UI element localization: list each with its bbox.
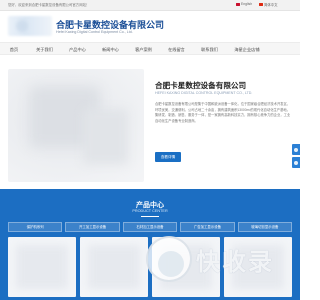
- lang-chinese-link[interactable]: 简体中文: [259, 2, 278, 7]
- category-tab[interactable]: 石材加工显示设备: [122, 222, 178, 232]
- watermark-logo-inner: [158, 251, 184, 277]
- site-header: 合肥卡星数控设备有限公司 Hefei Kaxing Digital Contro…: [0, 11, 300, 41]
- about-paragraph: 合肥卡星数控设备有限公司是集于中国和欧洲设备一体化，位于国家级合肥经济技术开发区…: [155, 102, 291, 123]
- product-card[interactable]: [80, 237, 148, 297]
- nav-contact[interactable]: 联系我们: [193, 43, 226, 56]
- product-card[interactable]: [8, 237, 76, 297]
- nav-about[interactable]: 关于我们: [28, 43, 61, 56]
- watermark: 快收录: [146, 233, 296, 289]
- company-logo[interactable]: [8, 16, 52, 36]
- nav-news[interactable]: 新闻中心: [94, 43, 127, 56]
- main-nav: 首页 关于我们 产品中心 新闻中心 客户案例 在线留言 联系我们 海星企业店铺: [0, 42, 300, 55]
- float-service-button[interactable]: [292, 144, 300, 155]
- lang-english-link[interactable]: English: [236, 2, 252, 6]
- nav-cases[interactable]: 客户案例: [127, 43, 160, 56]
- watermark-text: 快收录: [196, 249, 274, 276]
- company-photo: [8, 69, 144, 182]
- product-center-subtitle: PRODUCT CENTER: [132, 209, 168, 213]
- china-flag-icon: [259, 3, 263, 6]
- category-tab[interactable]: 玻璃切割显示设备: [237, 222, 293, 232]
- about-title: 合肥卡星数控设备有限公司: [155, 81, 247, 90]
- view-details-button[interactable]: 查看详情: [155, 152, 181, 162]
- nav-message[interactable]: 在线留言: [160, 43, 193, 56]
- product-image: [16, 245, 68, 289]
- category-tab[interactable]: 广告加工显示设备: [180, 222, 235, 232]
- company-name-en: Hefei Kaxing Digital Control Equipment C…: [56, 30, 133, 34]
- title-underline: [141, 216, 159, 217]
- float-phone-button[interactable]: [292, 157, 300, 168]
- lang-english-label: English: [241, 2, 253, 6]
- product-image: [88, 245, 140, 289]
- logo-mark-icon: [16, 20, 28, 32]
- nav-products[interactable]: 产品中心: [61, 43, 94, 56]
- about-section: 合肥卡星数控设备有限公司 HEFEI KAXING DIGITAL CONTRO…: [0, 56, 300, 189]
- logo-background: [8, 16, 52, 36]
- category-tabs: 保护机系列 开工加工显示设备 石材加工显示设备 广告加工显示设备 玻璃切割显示设…: [8, 222, 293, 232]
- phone-icon: [294, 160, 298, 165]
- photo-blur-shape: [83, 109, 128, 164]
- welcome-text: 您好，欢迎来到合肥卡星数控设备有限公司官方网站！: [8, 3, 90, 7]
- uk-flag-icon: [236, 2, 240, 6]
- chat-icon: [294, 147, 298, 152]
- lang-chinese-label: 简体中文: [264, 3, 278, 7]
- nav-home[interactable]: 首页: [0, 43, 28, 56]
- category-tab[interactable]: 开工加工显示设备: [65, 222, 120, 232]
- category-tab[interactable]: 保护机系列: [8, 222, 63, 232]
- watermark-logo-icon: [146, 236, 192, 282]
- top-bar: 您好，欢迎来到合肥卡星数控设备有限公司官方网站！ English 简体中文: [0, 0, 300, 11]
- about-subtitle: HEFEI KAXING DIGITAL CONTROL EQUIPMENT C…: [155, 91, 253, 95]
- nav-shop[interactable]: 海星企业店铺: [226, 43, 268, 56]
